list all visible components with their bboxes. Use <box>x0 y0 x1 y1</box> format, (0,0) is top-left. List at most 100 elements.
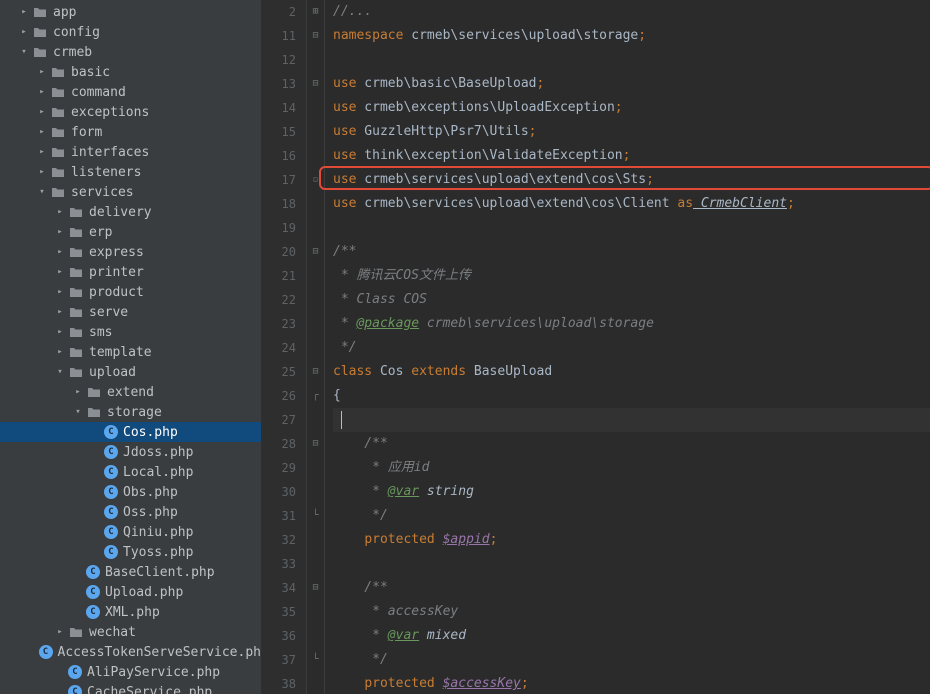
code-line[interactable]: * @package crmeb\services\upload\storage <box>333 312 930 336</box>
code-line[interactable]: */ <box>333 648 930 672</box>
code-line[interactable] <box>333 48 930 72</box>
chevron-down-icon[interactable]: ▾ <box>72 407 84 417</box>
fold-expand-icon[interactable]: ⊞ <box>307 0 324 24</box>
chevron-right-icon[interactable]: ▸ <box>36 167 48 177</box>
tree-folder[interactable]: ▸product <box>0 282 261 302</box>
chevron-right-icon[interactable]: ▸ <box>72 387 84 397</box>
tree-folder[interactable]: ▸config <box>0 22 261 42</box>
chevron-right-icon[interactable]: ▸ <box>54 287 66 297</box>
chevron-right-icon[interactable]: ▸ <box>54 207 66 217</box>
code-line[interactable] <box>333 552 930 576</box>
code-line[interactable]: //... <box>333 0 930 24</box>
code-line[interactable]: /** <box>333 432 930 456</box>
tree-folder[interactable]: ▸printer <box>0 262 261 282</box>
code-line-current[interactable] <box>333 408 930 432</box>
code-line[interactable]: class Cos extends BaseUpload <box>333 360 930 384</box>
tree-folder[interactable]: ▾services <box>0 182 261 202</box>
tree-folder[interactable]: ▸command <box>0 82 261 102</box>
chevron-right-icon[interactable]: ▸ <box>54 307 66 317</box>
code-line[interactable]: */ <box>333 336 930 360</box>
tree-folder[interactable]: ▸sms <box>0 322 261 342</box>
tree-folder[interactable]: ▾crmeb <box>0 42 261 62</box>
tree-folder[interactable]: ▸template <box>0 342 261 362</box>
chevron-down-icon[interactable]: ▾ <box>36 187 48 197</box>
tree-file[interactable]: CCacheService.php <box>0 682 261 694</box>
fold-brace-close-icon[interactable]: └ <box>307 504 324 528</box>
tree-file[interactable]: CJdoss.php <box>0 442 261 462</box>
code-line[interactable]: protected $appid; <box>333 528 930 552</box>
tree-folder[interactable]: ▸interfaces <box>0 142 261 162</box>
chevron-right-icon[interactable]: ▸ <box>36 107 48 117</box>
code-area[interactable]: //... namespace crmeb\services\upload\st… <box>325 0 930 694</box>
tree-folder[interactable]: ▸basic <box>0 62 261 82</box>
tree-folder[interactable]: ▸exceptions <box>0 102 261 122</box>
tree-folder[interactable]: ▸listeners <box>0 162 261 182</box>
fold-collapse-icon[interactable]: ⊟ <box>307 240 324 264</box>
tree-file[interactable]: CAccessTokenServeService.ph <box>0 642 261 662</box>
tree-folder[interactable]: ▸form <box>0 122 261 142</box>
tree-file[interactable]: COss.php <box>0 502 261 522</box>
chevron-right-icon[interactable]: ▸ <box>18 27 30 37</box>
code-line[interactable]: */ <box>333 504 930 528</box>
code-line[interactable]: * 应用id <box>333 456 930 480</box>
fold-brace-open-icon[interactable]: ┌ <box>307 384 324 408</box>
code-line[interactable]: use think\exception\ValidateException; <box>333 144 930 168</box>
code-line[interactable]: use crmeb\services\upload\extend\cos\Sts… <box>333 168 930 192</box>
chevron-right-icon[interactable]: ▸ <box>36 127 48 137</box>
fold-collapse-icon[interactable]: ⊟ <box>307 576 324 600</box>
fold-gutter[interactable]: ⊞⊟⊟▫⊟⊟┌⊟└⊟└ <box>307 0 325 694</box>
chevron-down-icon[interactable]: ▾ <box>54 367 66 377</box>
code-line[interactable]: use GuzzleHttp\Psr7\Utils; <box>333 120 930 144</box>
code-line[interactable]: * @var string <box>333 480 930 504</box>
tree-folder[interactable]: ▾upload <box>0 362 261 382</box>
fold-collapse-icon[interactable]: ⊟ <box>307 72 324 96</box>
code-line[interactable]: { <box>333 384 930 408</box>
tree-folder[interactable]: ▸express <box>0 242 261 262</box>
code-line[interactable]: * accessKey <box>333 600 930 624</box>
tree-folder[interactable]: ▸serve <box>0 302 261 322</box>
fold-collapse-icon[interactable]: ⊟ <box>307 432 324 456</box>
tree-file[interactable]: CUpload.php <box>0 582 261 602</box>
chevron-right-icon[interactable]: ▸ <box>54 227 66 237</box>
tree-folder[interactable]: ▾storage <box>0 402 261 422</box>
chevron-right-icon[interactable]: ▸ <box>18 7 30 17</box>
chevron-right-icon[interactable]: ▸ <box>36 147 48 157</box>
code-line[interactable]: use crmeb\basic\BaseUpload; <box>333 72 930 96</box>
fold-marker-icon[interactable]: ▫ <box>307 168 324 192</box>
tree-file[interactable]: CLocal.php <box>0 462 261 482</box>
tree-file[interactable]: CAliPayService.php <box>0 662 261 682</box>
code-line[interactable]: /** <box>333 576 930 600</box>
file-tree-sidebar[interactable]: ▸app▸config▾crmeb▸basic▸command▸exceptio… <box>0 0 261 694</box>
tree-file[interactable]: CQiniu.php <box>0 522 261 542</box>
code-line[interactable]: protected $accessKey; <box>333 672 930 694</box>
fold-collapse-icon[interactable]: ⊟ <box>307 360 324 384</box>
tree-folder[interactable]: ▸delivery <box>0 202 261 222</box>
tree-folder[interactable]: ▸app <box>0 2 261 22</box>
code-line[interactable]: use crmeb\exceptions\UploadException; <box>333 96 930 120</box>
code-editor[interactable]: 2111213141516171819202122232425262728293… <box>261 0 930 694</box>
chevron-down-icon[interactable]: ▾ <box>18 47 30 57</box>
tree-folder[interactable]: ▸erp <box>0 222 261 242</box>
code-line[interactable]: use crmeb\services\upload\extend\cos\Cli… <box>333 192 930 216</box>
tree-file[interactable]: CTyoss.php <box>0 542 261 562</box>
chevron-right-icon[interactable]: ▸ <box>36 87 48 97</box>
code-line[interactable]: * @var mixed <box>333 624 930 648</box>
tree-file[interactable]: CBaseClient.php <box>0 562 261 582</box>
fold-brace-close-icon[interactable]: └ <box>307 648 324 672</box>
code-line[interactable] <box>333 216 930 240</box>
chevron-right-icon[interactable]: ▸ <box>54 347 66 357</box>
tree-file[interactable]: CObs.php <box>0 482 261 502</box>
tree-folder[interactable]: ▸extend <box>0 382 261 402</box>
chevron-right-icon[interactable]: ▸ <box>36 67 48 77</box>
tree-folder[interactable]: ▸wechat <box>0 622 261 642</box>
code-line[interactable]: namespace crmeb\services\upload\storage; <box>333 24 930 48</box>
chevron-right-icon[interactable]: ▸ <box>54 267 66 277</box>
chevron-right-icon[interactable]: ▸ <box>54 627 66 637</box>
code-line[interactable]: * 腾讯云COS文件上传 <box>333 264 930 288</box>
code-line[interactable]: /** <box>333 240 930 264</box>
tree-file[interactable]: CCos.php <box>0 422 261 442</box>
chevron-right-icon[interactable]: ▸ <box>54 247 66 257</box>
tree-file[interactable]: CXML.php <box>0 602 261 622</box>
code-line[interactable]: * Class COS <box>333 288 930 312</box>
chevron-right-icon[interactable]: ▸ <box>54 327 66 337</box>
